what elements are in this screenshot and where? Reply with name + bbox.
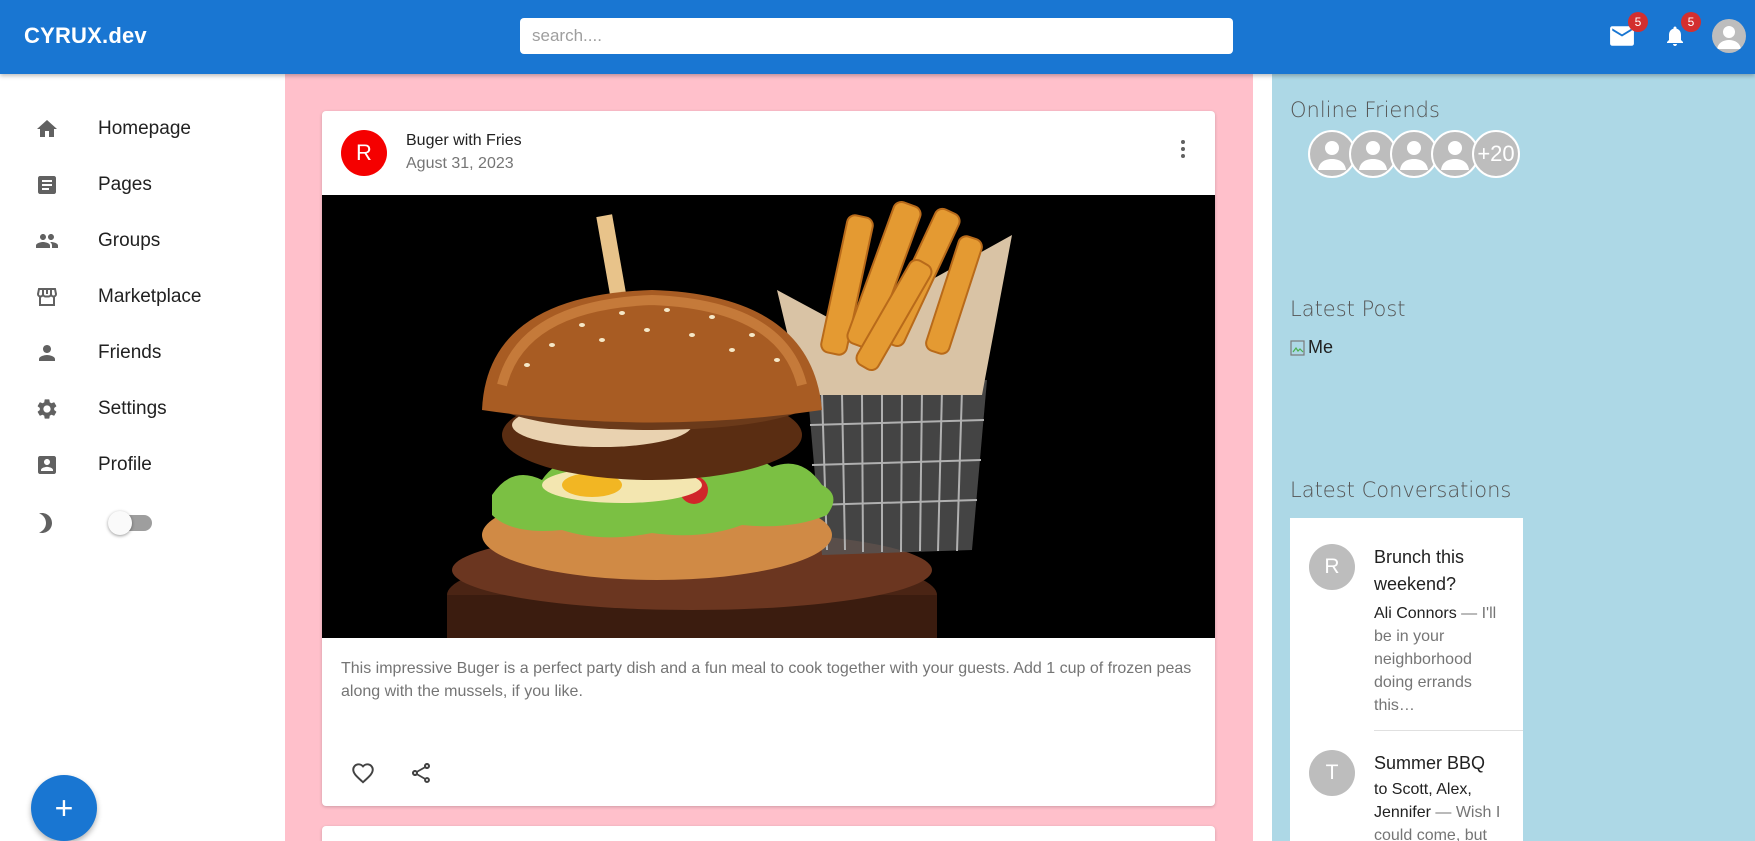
account-box-icon <box>34 452 60 478</box>
sidebar-item-label: Pages <box>98 174 152 195</box>
conversation-preview[interactable]: Ali Connors — I'll be in your neighborho… <box>1374 602 1514 717</box>
latest-post-title: Latest Post <box>1290 297 1406 321</box>
sidebar-item-label: Settings <box>98 398 167 419</box>
sidebar-item-label: Groups <box>98 230 161 251</box>
list-divider <box>1374 730 1523 731</box>
sidebar-item-marketplace[interactable]: Marketplace <box>0 274 285 320</box>
person-icon <box>34 340 60 366</box>
search-input[interactable] <box>520 18 1233 54</box>
post-card: R Buger with Fries Agust 31, 2023 This i… <box>322 111 1215 806</box>
heart-outline-icon <box>352 763 374 784</box>
mail-button[interactable]: 5 <box>1606 12 1648 52</box>
share-icon <box>412 763 430 783</box>
post-card <box>322 826 1215 841</box>
notifications-badge: 5 <box>1681 12 1701 32</box>
person-icon <box>1359 141 1387 170</box>
conversation-avatar[interactable]: R <box>1309 544 1355 590</box>
post-text: This impressive Buger is a perfect party… <box>341 660 1192 700</box>
sidebar-item-friends[interactable]: Friends <box>0 330 285 376</box>
sidebar: Homepage Pages Groups Marketplace Friend… <box>0 74 285 841</box>
sidebar-item-profile[interactable]: Profile <box>0 442 285 488</box>
latest-post-alt-text: Me <box>1308 337 1334 357</box>
settings-icon <box>34 396 60 422</box>
conversation-title[interactable]: Summer BBQ <box>1374 750 1509 777</box>
more-friends-badge[interactable]: +20 <box>1472 130 1520 178</box>
latest-conversations-title: Latest Conversations <box>1290 478 1512 502</box>
storefront-icon <box>34 284 60 310</box>
group-icon <box>34 228 60 254</box>
sidebar-item-label: Profile <box>98 454 152 475</box>
article-icon <box>34 172 60 198</box>
add-post-button[interactable]: + <box>31 775 97 841</box>
person-icon <box>1400 141 1428 170</box>
like-button[interactable] <box>348 758 378 788</box>
post-avatar[interactable]: R <box>341 130 387 176</box>
share-button[interactable] <box>406 758 436 788</box>
toggle-knob <box>108 511 132 535</box>
dark-mode-row <box>0 500 285 546</box>
sidebar-item-pages[interactable]: Pages <box>0 162 285 208</box>
conversation-title[interactable]: Brunch this weekend? <box>1374 544 1509 598</box>
more-vert-icon <box>1181 140 1185 158</box>
sidebar-item-label: Marketplace <box>98 286 202 307</box>
home-icon <box>34 116 60 142</box>
conversation-avatar[interactable]: T <box>1309 750 1355 796</box>
burger-and-fries-illustration <box>322 195 1215 638</box>
person-icon <box>1717 26 1741 49</box>
dark-mode-toggle[interactable] <box>108 511 152 535</box>
online-friends-title: Online Friends <box>1290 98 1440 122</box>
notifications-button[interactable]: 5 <box>1659 12 1701 52</box>
sidebar-item-label: Friends <box>98 342 162 363</box>
post-image <box>322 195 1215 638</box>
broken-image-icon <box>1290 339 1305 356</box>
sidebar-item-label: Homepage <box>98 118 191 139</box>
mail-badge: 5 <box>1628 12 1648 32</box>
sidebar-item-settings[interactable]: Settings <box>0 386 285 432</box>
user-avatar[interactable] <box>1712 19 1746 53</box>
conversation-sender: Ali Connors <box>1374 605 1457 622</box>
post-title: Buger with Fries <box>406 132 522 149</box>
person-icon <box>1318 141 1346 170</box>
person-icon <box>1441 141 1469 170</box>
brand-logo[interactable]: CYRUX.dev <box>24 23 147 49</box>
latest-post-image[interactable]: Me <box>1290 337 1333 358</box>
sidebar-item-homepage[interactable]: Homepage <box>0 106 285 152</box>
conversations-list: R Brunch this weekend? Ali Connors — I'l… <box>1290 518 1523 841</box>
post-menu-button[interactable] <box>1171 137 1195 161</box>
rightbar: Online Friends +20 Latest Post Me Latest… <box>1272 74 1755 841</box>
conversation-preview[interactable]: to Scott, Alex, Jennifer — Wish I could … <box>1374 778 1514 841</box>
post-date: Agust 31, 2023 <box>406 155 514 172</box>
feed: R Buger with Fries Agust 31, 2023 This i… <box>285 74 1253 841</box>
dark-mode-icon <box>34 510 60 536</box>
app-bar: CYRUX.dev 5 5 <box>0 0 1755 74</box>
sidebar-item-groups[interactable]: Groups <box>0 218 285 264</box>
